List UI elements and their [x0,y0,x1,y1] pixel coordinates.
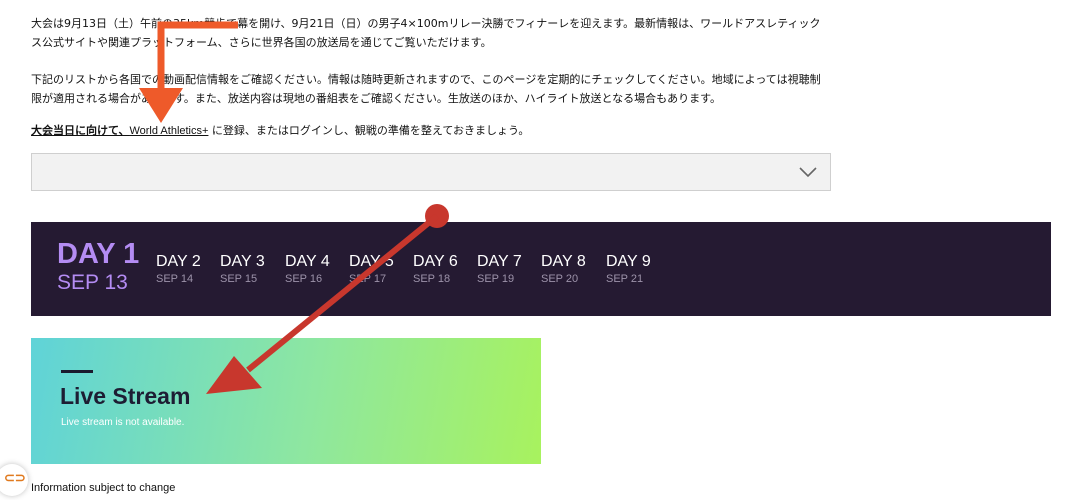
intro-paragraph-2: 下記のリストから各国での動画配信情報をご確認ください。情報は随時更新されますので… [31,73,821,105]
live-stream-status: Live stream is not available. [61,417,185,428]
day-tab-date: SEP 21 [606,273,644,285]
day-tab[interactable]: DAY 8 SEP 20 [541,252,586,286]
day-tab-label: DAY 2 [156,253,201,270]
day-tab[interactable]: DAY 2 SEP 14 [156,252,201,286]
day-tab-date: SEP 20 [541,273,579,285]
day-tab-label: DAY 8 [541,253,586,270]
link-icon: ⊂⊃ [4,470,26,485]
day-tab-label: DAY 5 [349,253,394,270]
day-tab-active[interactable]: DAY 1 SEP 13 [57,238,139,296]
chevron-down-icon [799,167,817,178]
intro-paragraph-3-rest: に登録、またはログインし、観戦の準備を整えておきましょう。 [208,124,530,137]
day-tab[interactable]: DAY 3 SEP 15 [220,252,265,286]
day-tab-label: DAY 1 [57,238,140,270]
day-tab-label: DAY 6 [413,253,458,270]
day-tab[interactable]: DAY 5 SEP 17 [349,252,394,286]
day-tab-date: SEP 18 [413,273,451,285]
day-tab-date: SEP 19 [477,273,515,285]
day-tab-label: DAY 3 [220,253,265,270]
day-tab-date: SEP 14 [156,273,194,285]
intro-paragraph-1: 大会は9月13日（土）午前の35km競歩で幕を開け、9月21日（日）の男子4×1… [31,17,821,49]
card-accent-bar [61,370,93,373]
live-stream-title: Live Stream [60,383,191,409]
world-athletics-plus-link[interactable]: World Athletics+ [129,125,208,137]
day-tab[interactable]: DAY 6 SEP 18 [413,252,458,286]
day-tab-date: SEP 16 [285,273,323,285]
intro-paragraph-3: 大会当日に向けて、World Athletics+ に登録、またはログインし、観… [31,121,831,141]
day-tab-label: DAY 4 [285,253,330,270]
day-tab-label: DAY 9 [606,253,651,270]
footer-note: Information subject to change [31,482,176,494]
prepare-link[interactable]: 大会当日に向けて、 [31,124,129,137]
day-selector: DAY 1 SEP 13 DAY 2 SEP 14 DAY 3 SEP 15 DAY… [31,222,1051,316]
day-tab[interactable]: DAY 9 SEP 21 [606,252,651,286]
day-tab[interactable]: DAY 4 SEP 16 [285,252,330,286]
day-tab[interactable]: DAY 7 SEP 19 [477,252,522,286]
day-tab-date: SEP 15 [220,273,258,285]
day-tab-date: SEP 13 [57,271,128,294]
live-stream-card[interactable]: Live Stream Live stream is not available… [31,338,541,464]
country-select[interactable] [31,153,831,191]
day-tab-label: DAY 7 [477,253,522,270]
day-tab-date: SEP 17 [349,273,387,285]
floating-action-button[interactable]: ⊂⊃ [0,464,28,496]
